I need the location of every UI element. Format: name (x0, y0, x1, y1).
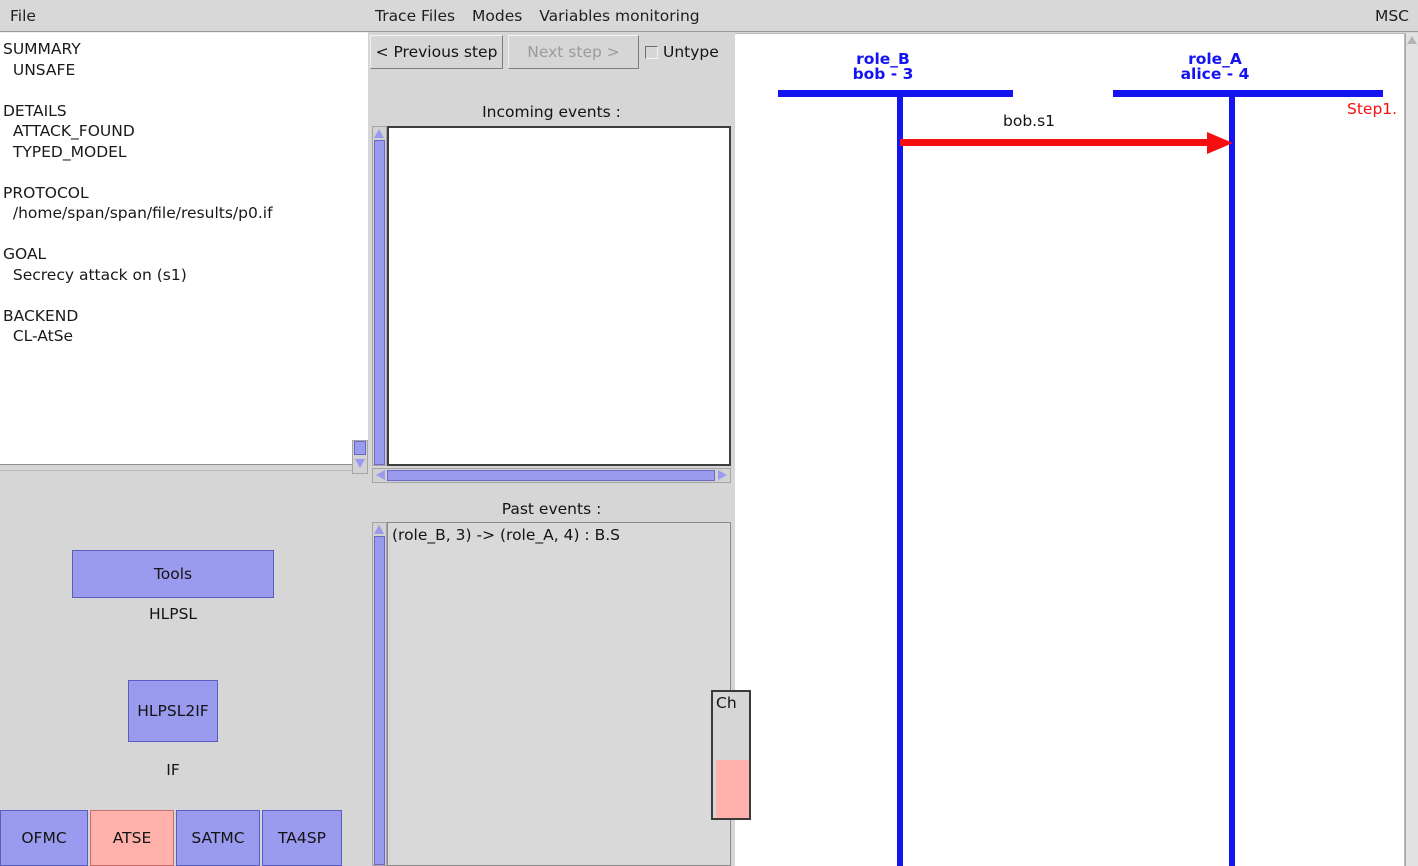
menu-msc[interactable]: MSC (1368, 0, 1418, 32)
backend-button-ofmc[interactable]: OFMC (0, 810, 88, 866)
msc-vscrollbar[interactable] (1405, 33, 1418, 866)
scroll-up-arrow-icon[interactable] (1407, 36, 1417, 44)
tools-panel: Tools HLPSL HLPSL2IF IF OFMC ATSE SATMC … (0, 471, 368, 866)
left-panel-splitter[interactable] (0, 464, 368, 471)
msc-menubar: MSC (735, 0, 1418, 32)
scrollbar-thumb[interactable] (374, 140, 385, 465)
backend-button-ta4sp[interactable]: TA4SP (262, 810, 342, 866)
step-label: Step1. (1347, 100, 1398, 118)
tools-button[interactable]: Tools (72, 550, 274, 598)
lifeline-role-b (897, 90, 903, 866)
hidden-window-highlight (716, 760, 749, 818)
scroll-down-arrow-icon[interactable] (355, 459, 365, 468)
menu-variables-monitoring[interactable]: Variables monitoring (533, 0, 705, 32)
summary-report-text: SUMMARY UNSAFE DETAILS ATTACK_FOUND TYPE… (3, 40, 273, 345)
msc-panel: MSC role_B bob - 3 role_A alice - 4 bob.… (735, 0, 1418, 866)
incoming-events-vscrollbar[interactable] (372, 126, 387, 466)
left-panel: File SUMMARY UNSAFE DETAILS ATTACK_FOUND… (0, 0, 368, 866)
untype-label: Untype (663, 43, 719, 61)
next-step-button[interactable]: Next step > (508, 35, 639, 69)
scroll-up-arrow-icon[interactable] (374, 129, 384, 138)
backend-button-atse[interactable]: ATSE (90, 810, 174, 866)
left-menubar: File (0, 0, 368, 32)
trace-panel: Trace Files Modes Variables monitoring <… (368, 0, 751, 866)
past-events-header: Past events : (368, 496, 735, 522)
trace-menubar: Trace Files Modes Variables monitoring (368, 0, 735, 32)
left-panel-scrollbar[interactable] (352, 440, 368, 474)
past-events-vscrollbar[interactable] (372, 522, 387, 866)
scroll-left-arrow-icon[interactable] (376, 470, 385, 480)
hlpsl-label: HLPSL (148, 605, 198, 623)
lifeline-head-role-b (778, 90, 1013, 97)
incoming-events-header: Incoming events : (368, 99, 735, 125)
untype-checkbox-row[interactable]: Untype (645, 35, 733, 69)
backend-button-satmc[interactable]: SATMC (176, 810, 260, 866)
lifeline-head-role-a (1113, 90, 1383, 97)
lifeline-role-a (1229, 90, 1235, 866)
summary-report-panel: SUMMARY UNSAFE DETAILS ATTACK_FOUND TYPE… (0, 32, 368, 464)
past-events-area: (role_B, 3) -> (role_A, 4) : B.S (368, 522, 735, 866)
scrollbar-thumb[interactable] (387, 470, 715, 481)
role-label-role-b-agent: bob - 3 (852, 65, 914, 83)
scrollbar-thumb[interactable] (354, 441, 366, 455)
untype-checkbox[interactable] (645, 45, 658, 59)
incoming-events-hscrollbar[interactable] (372, 468, 731, 483)
scrollbar-thumb[interactable] (374, 536, 385, 865)
incoming-events-area (368, 126, 735, 483)
hidden-window-title: Ch (716, 694, 737, 712)
role-label-role-a-agent: alice - 4 (1180, 65, 1250, 83)
message-label-bob-s1: bob.s1 (1003, 112, 1056, 130)
list-item[interactable]: (role_B, 3) -> (role_A, 4) : B.S (392, 526, 730, 544)
previous-step-button[interactable]: < Previous step (370, 35, 503, 69)
scroll-up-arrow-icon[interactable] (374, 525, 384, 534)
menu-trace-files[interactable]: Trace Files (368, 0, 461, 32)
hidden-background-window[interactable]: Ch (711, 690, 751, 820)
if-label: IF (166, 761, 180, 779)
msc-diagram-canvas: role_B bob - 3 role_A alice - 4 bob.s1 S… (735, 33, 1405, 866)
message-arrowhead-icon (1207, 132, 1233, 154)
past-events-list[interactable]: (role_B, 3) -> (role_A, 4) : B.S (387, 522, 731, 866)
scroll-right-arrow-icon[interactable] (718, 470, 727, 480)
step-controls-row: < Previous step Next step > Untype (368, 33, 735, 71)
span-avispa-window: File SUMMARY UNSAFE DETAILS ATTACK_FOUND… (0, 0, 1418, 866)
hlpsl2if-button[interactable]: HLPSL2IF (128, 680, 218, 742)
incoming-events-list[interactable] (387, 126, 731, 466)
menu-modes[interactable]: Modes (466, 0, 528, 32)
menu-file[interactable]: File (0, 0, 43, 32)
message-line-bob-s1 (900, 139, 1210, 146)
